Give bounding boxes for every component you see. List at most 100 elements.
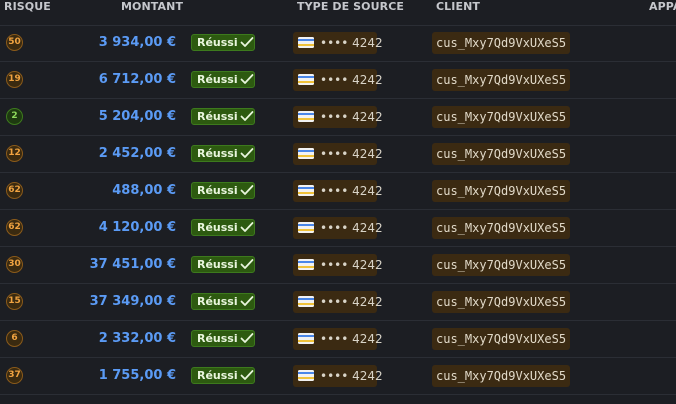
amount-value: 37 349,00 € xyxy=(89,294,176,309)
payments-table: RISQUE MONTANT TYPE DE SOURCE CLIENT APP… xyxy=(0,0,676,404)
table-row[interactable]: 37 1 755,00 € Réussi •••• 4242 cus_Mxy7Q… xyxy=(0,358,676,395)
column-header-source-type[interactable]: TYPE DE SOURCE xyxy=(297,0,404,13)
source-last4: •••• 4242 xyxy=(320,147,383,161)
check-icon xyxy=(240,37,254,47)
table-row[interactable]: 15 37 349,00 € Réussi •••• 4242 cus_Mxy7… xyxy=(0,284,676,321)
status-label: Réussi xyxy=(197,369,238,382)
client-id[interactable]: cus_Mxy7Qd9VxUXeS5 xyxy=(432,69,571,91)
source-chip: •••• 4242 xyxy=(293,328,383,350)
risk-score-badge: 62 xyxy=(6,182,23,199)
credit-card-icon xyxy=(298,370,314,381)
source-chip: •••• 4242 xyxy=(293,254,383,276)
client-id[interactable]: cus_Mxy7Qd9VxUXeS5 xyxy=(432,143,571,165)
credit-card-icon xyxy=(298,148,314,159)
source-chip: •••• 4242 xyxy=(293,291,383,313)
column-header-client[interactable]: CLIENT xyxy=(436,0,480,13)
amount-value: 2 332,00 € xyxy=(98,331,176,346)
table-row[interactable]: 6 2 332,00 € Réussi •••• 4242 cus_Mxy7Qd… xyxy=(0,321,676,358)
check-icon xyxy=(240,148,254,158)
client-id[interactable]: cus_Mxy7Qd9VxUXeS5 xyxy=(432,106,571,128)
check-icon xyxy=(240,296,254,306)
amount-value: 1 755,00 € xyxy=(98,368,176,383)
credit-card-icon xyxy=(298,333,314,344)
source-chip: •••• 4242 xyxy=(293,365,383,387)
table-row[interactable]: 30 37 451,00 € Réussi •••• 4242 cus_Mxy7… xyxy=(0,247,676,284)
client-id[interactable]: cus_Mxy7Qd9VxUXeS5 xyxy=(432,254,571,276)
client-id[interactable]: cus_Mxy7Qd9VxUXeS5 xyxy=(432,32,571,54)
status-label: Réussi xyxy=(197,221,238,234)
table-row[interactable]: 50 3 934,00 € Réussi •••• 4242 cus_Mxy7Q… xyxy=(0,25,676,62)
credit-card-icon xyxy=(298,259,314,270)
check-icon xyxy=(240,333,254,343)
status-label: Réussi xyxy=(197,73,238,86)
risk-score-badge: 12 xyxy=(6,145,23,162)
table-body: 50 3 934,00 € Réussi •••• 4242 cus_Mxy7Q… xyxy=(0,25,676,395)
status-label: Réussi xyxy=(197,295,238,308)
credit-card-icon xyxy=(298,296,314,307)
table-row[interactable]: 62 4 120,00 € Réussi •••• 4242 cus_Mxy7Q… xyxy=(0,210,676,247)
client-id[interactable]: cus_Mxy7Qd9VxUXeS5 xyxy=(432,217,571,239)
source-chip: •••• 4242 xyxy=(293,69,383,91)
status-label: Réussi xyxy=(197,332,238,345)
source-chip: •••• 4242 xyxy=(293,32,383,54)
credit-card-icon xyxy=(298,222,314,233)
status-badge: Réussi xyxy=(191,34,255,51)
status-badge: Réussi xyxy=(191,330,255,347)
amount-value: 2 452,00 € xyxy=(98,146,176,161)
amount-value: 37 451,00 € xyxy=(89,257,176,272)
source-last4: •••• 4242 xyxy=(320,73,383,87)
client-id[interactable]: cus_Mxy7Qd9VxUXeS5 xyxy=(432,291,571,313)
source-last4: •••• 4242 xyxy=(320,332,383,346)
check-icon xyxy=(240,222,254,232)
source-last4: •••• 4242 xyxy=(320,36,383,50)
table-row[interactable]: 19 6 712,00 € Réussi •••• 4242 cus_Mxy7Q… xyxy=(0,62,676,99)
amount-value: 5 204,00 € xyxy=(98,109,176,124)
source-last4: •••• 4242 xyxy=(320,369,383,383)
risk-score-badge: 62 xyxy=(6,219,23,236)
amount-value: 3 934,00 € xyxy=(98,35,176,50)
source-chip: •••• 4242 xyxy=(293,180,383,202)
risk-score-badge: 30 xyxy=(6,256,23,273)
risk-score-badge: 15 xyxy=(6,293,23,310)
status-badge: Réussi xyxy=(191,71,255,88)
check-icon xyxy=(240,185,254,195)
source-last4: •••• 4242 xyxy=(320,184,383,198)
credit-card-icon xyxy=(298,111,314,122)
credit-card-icon xyxy=(298,74,314,85)
source-last4: •••• 4242 xyxy=(320,110,383,124)
amount-value: 488,00 € xyxy=(112,183,176,198)
credit-card-icon xyxy=(298,37,314,48)
credit-card-icon xyxy=(298,185,314,196)
table-header: RISQUE MONTANT TYPE DE SOURCE CLIENT APP… xyxy=(0,0,676,26)
risk-score-badge: 2 xyxy=(6,108,23,125)
status-badge: Réussi xyxy=(191,108,255,125)
table-row[interactable]: 12 2 452,00 € Réussi •••• 4242 cus_Mxy7Q… xyxy=(0,136,676,173)
status-badge: Réussi xyxy=(191,182,255,199)
column-header-app[interactable]: APPA xyxy=(649,0,676,13)
source-last4: •••• 4242 xyxy=(320,221,383,235)
check-icon xyxy=(240,259,254,269)
client-id[interactable]: cus_Mxy7Qd9VxUXeS5 xyxy=(432,180,571,202)
source-chip: •••• 4242 xyxy=(293,217,383,239)
status-label: Réussi xyxy=(197,258,238,271)
status-label: Réussi xyxy=(197,147,238,160)
source-chip: •••• 4242 xyxy=(293,143,383,165)
client-id[interactable]: cus_Mxy7Qd9VxUXeS5 xyxy=(432,365,571,387)
risk-score-badge: 6 xyxy=(6,330,23,347)
check-icon xyxy=(240,111,254,121)
column-header-amount[interactable]: MONTANT xyxy=(121,0,183,13)
table-row[interactable]: 62 488,00 € Réussi •••• 4242 cus_Mxy7Qd9… xyxy=(0,173,676,210)
status-badge: Réussi xyxy=(191,293,255,310)
status-badge: Réussi xyxy=(191,256,255,273)
risk-score-badge: 50 xyxy=(6,34,23,51)
source-last4: •••• 4242 xyxy=(320,295,383,309)
status-badge: Réussi xyxy=(191,145,255,162)
column-header-risk[interactable]: RISQUE xyxy=(4,0,51,13)
table-row[interactable]: 2 5 204,00 € Réussi •••• 4242 cus_Mxy7Qd… xyxy=(0,99,676,136)
status-label: Réussi xyxy=(197,110,238,123)
source-chip: •••• 4242 xyxy=(293,106,383,128)
risk-score-badge: 37 xyxy=(6,367,23,384)
client-id[interactable]: cus_Mxy7Qd9VxUXeS5 xyxy=(432,328,571,350)
check-icon xyxy=(240,370,254,380)
risk-score-badge: 19 xyxy=(6,71,23,88)
